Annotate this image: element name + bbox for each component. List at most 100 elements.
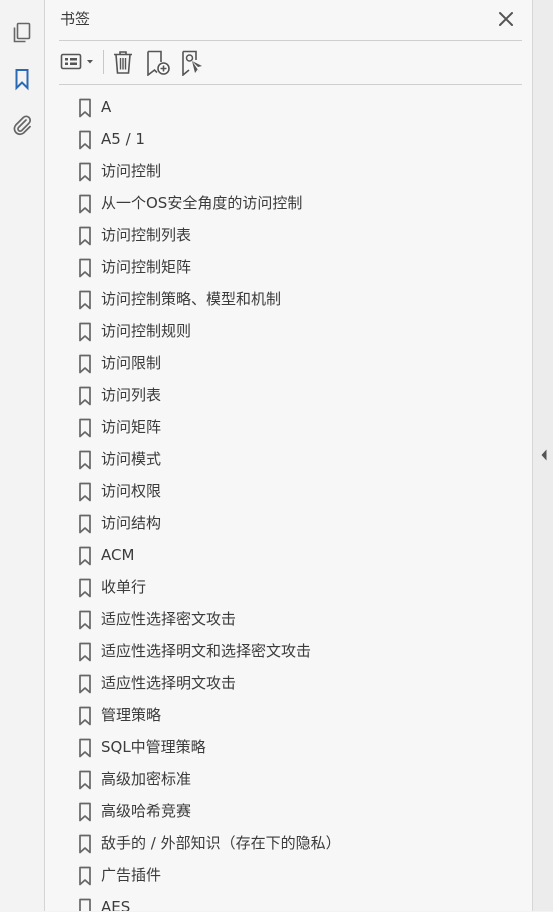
bookmark-item[interactable]: 访问控制策略、模型和机制 (45, 283, 511, 315)
attachment-icon[interactable] (10, 113, 34, 137)
collapse-strip[interactable] (532, 0, 553, 911)
bookmarks-panel: 书签 A A5 / 1 访问控制 从一个OS安全角度的访问控制 访问控制列表 访… (45, 0, 532, 911)
bookmark-icon (78, 642, 92, 662)
bookmark-icon[interactable] (10, 67, 34, 91)
bookmark-label: 访问权限 (101, 482, 162, 500)
navigation-rail (0, 0, 45, 911)
bookmark-label: 敌手的 / 外部知识（存在下的隐私） (101, 834, 341, 852)
bookmark-label: 访问控制 (101, 162, 162, 180)
options-menu-button[interactable] (59, 48, 97, 76)
bookmark-label: A (101, 98, 112, 116)
new-bookmark-icon (147, 50, 170, 76)
bookmark-item[interactable]: 适应性选择明文和选择密文攻击 (45, 635, 511, 667)
bookmark-label: 访问控制规则 (101, 322, 192, 340)
divider (59, 40, 522, 41)
divider (59, 84, 522, 85)
bookmark-icon (78, 738, 92, 758)
bookmark-item[interactable]: 高级加密标准 (45, 763, 511, 795)
bookmark-item[interactable]: AES (45, 891, 511, 911)
bookmark-icon (78, 834, 92, 854)
bookmark-icon (78, 578, 92, 598)
bookmark-icon (78, 770, 92, 790)
bookmark-label: 收单行 (101, 578, 147, 596)
toolbar-divider (103, 50, 104, 74)
new-bookmark-button[interactable] (144, 48, 172, 76)
delete-button[interactable] (111, 48, 135, 76)
bookmark-icon (78, 322, 92, 342)
bookmark-label: 访问控制矩阵 (101, 258, 192, 276)
bookmark-label: 适应性选择明文和选择密文攻击 (101, 642, 312, 660)
bookmark-icon (78, 130, 92, 150)
bookmark-icon (78, 194, 92, 214)
bookmark-label: 访问矩阵 (101, 418, 162, 436)
bookmark-icon (78, 386, 92, 406)
panel-title: 书签 (60, 10, 91, 28)
bookmark-icon (78, 98, 92, 118)
bookmark-icon (78, 706, 92, 726)
bookmark-icon (78, 354, 92, 374)
bookmark-icon (78, 546, 92, 566)
bookmark-icon (78, 418, 92, 438)
collapse-arrow-icon[interactable] (540, 448, 548, 462)
bookmark-label: 从一个OS安全角度的访问控制 (101, 194, 303, 212)
bookmark-item[interactable]: 访问模式 (45, 443, 511, 475)
bookmark-item[interactable]: 访问列表 (45, 379, 511, 411)
bookmark-icon (78, 290, 92, 310)
delete-icon (114, 51, 132, 74)
bookmark-icon (78, 162, 92, 182)
bookmark-from-structure-icon (182, 50, 202, 76)
bookmark-item[interactable]: 广告插件 (45, 859, 511, 891)
bookmark-icon (78, 258, 92, 278)
bookmark-item[interactable]: A (45, 91, 511, 123)
bookmark-item[interactable]: 敌手的 / 外部知识（存在下的隐私） (45, 827, 511, 859)
bookmark-label: 适应性选择密文攻击 (101, 610, 237, 628)
bookmark-item[interactable]: 访问矩阵 (45, 411, 511, 443)
bookmark-item[interactable]: 从一个OS安全角度的访问控制 (45, 187, 511, 219)
bookmark-label: ACM (101, 546, 135, 564)
bookmark-label: 访问列表 (101, 386, 162, 404)
bookmark-label: 高级加密标准 (101, 770, 192, 788)
bookmark-label: A5 / 1 (101, 130, 145, 148)
options-menu-icon (60, 53, 93, 70)
bookmark-icon (78, 450, 92, 470)
bookmarks-toolbar (59, 46, 522, 78)
bookmark-icon (78, 482, 92, 502)
bookmark-item[interactable]: A5 / 1 (45, 123, 511, 155)
bookmark-label: 访问控制列表 (101, 226, 192, 244)
bookmark-icon (78, 898, 92, 911)
bookmark-from-structure-button[interactable] (179, 48, 207, 76)
bookmark-item[interactable]: 访问控制列表 (45, 219, 511, 251)
bookmark-item[interactable]: 适应性选择明文攻击 (45, 667, 511, 699)
bookmark-label: AES (101, 898, 131, 911)
bookmark-label: 访问模式 (101, 450, 162, 468)
bookmark-label: 访问限制 (101, 354, 162, 372)
bookmark-label: 适应性选择明文攻击 (101, 674, 237, 692)
close-icon[interactable] (496, 9, 516, 29)
bookmark-item[interactable]: 访问控制规则 (45, 315, 511, 347)
bookmark-item[interactable]: SQL中管理策略 (45, 731, 511, 763)
bookmark-item[interactable]: 收单行 (45, 571, 511, 603)
bookmark-label: SQL中管理策略 (101, 738, 206, 756)
bookmark-icon (78, 674, 92, 694)
bookmark-icon (78, 802, 92, 822)
bookmark-label: 管理策略 (101, 706, 162, 724)
bookmark-list: A A5 / 1 访问控制 从一个OS安全角度的访问控制 访问控制列表 访问控制矩阵 访问控… (45, 91, 511, 911)
bookmark-item[interactable]: 高级哈希竞赛 (45, 795, 511, 827)
bookmark-item[interactable]: ACM (45, 539, 511, 571)
pages-icon[interactable] (10, 21, 34, 45)
bookmark-label: 高级哈希竞赛 (101, 802, 192, 820)
bookmark-item[interactable]: 访问控制矩阵 (45, 251, 511, 283)
bookmark-icon (78, 226, 92, 246)
bookmark-item[interactable]: 访问权限 (45, 475, 511, 507)
bookmark-item[interactable]: 访问控制 (45, 155, 511, 187)
bookmark-item[interactable]: 访问结构 (45, 507, 511, 539)
bookmark-label: 广告插件 (101, 866, 162, 884)
bookmark-item[interactable]: 访问限制 (45, 347, 511, 379)
bookmark-icon (78, 514, 92, 534)
bookmark-label: 访问控制策略、模型和机制 (101, 290, 282, 308)
bookmark-item[interactable]: 管理策略 (45, 699, 511, 731)
bookmark-icon (78, 866, 92, 886)
bookmark-label: 访问结构 (101, 514, 162, 532)
bookmark-item[interactable]: 适应性选择密文攻击 (45, 603, 511, 635)
bookmark-icon (78, 610, 92, 630)
